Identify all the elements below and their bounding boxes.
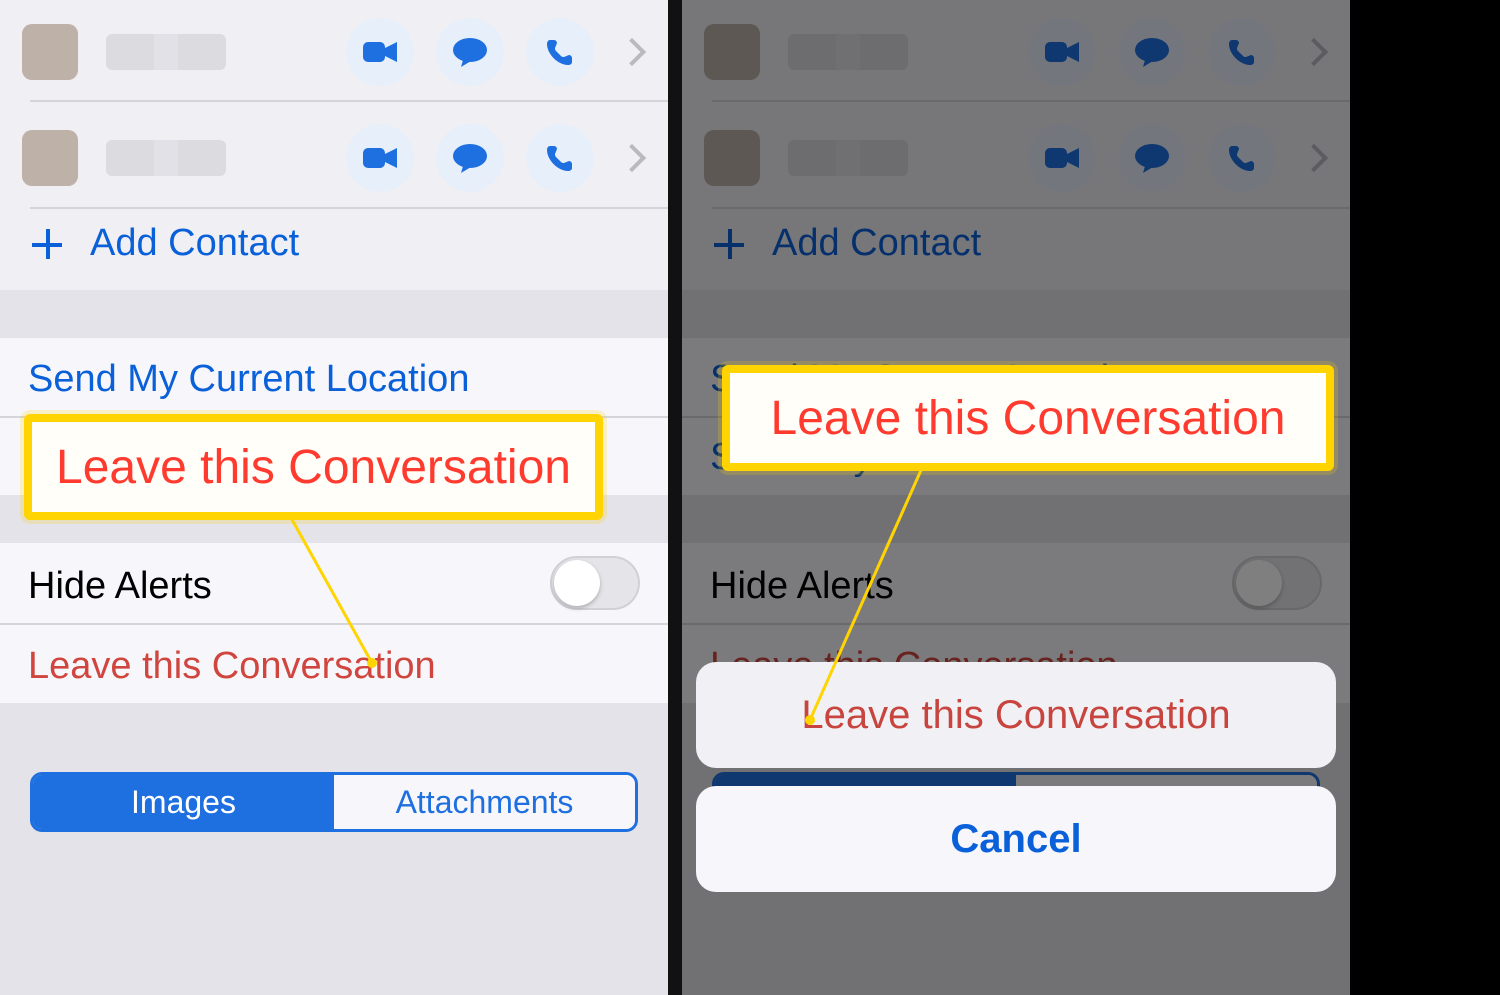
- speech-bubble-icon: [453, 37, 487, 67]
- video-call-button[interactable]: [346, 124, 414, 192]
- section-spacer: [0, 703, 668, 995]
- avatar: [22, 130, 78, 186]
- leave-conversation-button[interactable]: Leave this Conversation: [28, 645, 436, 688]
- call-button[interactable]: [526, 124, 594, 192]
- plus-icon: [30, 227, 64, 261]
- right-pane: Add Contact Send My Current Location Sha…: [682, 0, 1350, 995]
- contact-row[interactable]: [0, 6, 668, 98]
- callout-text: Leave this Conversation: [771, 391, 1286, 446]
- disclosure-chevron[interactable]: [622, 148, 642, 168]
- action-sheet-cancel-label: Cancel: [950, 817, 1081, 862]
- contact-name: [106, 34, 226, 70]
- video-call-button[interactable]: [346, 18, 414, 86]
- chevron-right-icon: [618, 38, 646, 66]
- add-contact-label: Add Contact: [90, 222, 299, 265]
- contact-row[interactable]: [0, 112, 668, 204]
- callout-leave: Leave this Conversation: [722, 365, 1334, 471]
- callout-text: Leave this Conversation: [56, 440, 571, 495]
- add-contact-button[interactable]: Add Contact: [30, 222, 299, 265]
- toggle-knob: [554, 560, 600, 606]
- action-sheet-leave-label: Leave this Conversation: [801, 693, 1230, 738]
- segment-images[interactable]: Images: [33, 775, 334, 829]
- message-button[interactable]: [436, 124, 504, 192]
- hide-alerts-label: Hide Alerts: [28, 565, 212, 608]
- avatar: [22, 24, 78, 80]
- action-sheet-cancel[interactable]: Cancel: [696, 786, 1336, 892]
- send-location-button[interactable]: Send My Current Location: [28, 358, 469, 401]
- chevron-right-icon: [618, 144, 646, 172]
- callout-leave: Leave this Conversation: [24, 414, 603, 520]
- media-segmented-control[interactable]: Images Attachments: [30, 772, 638, 832]
- message-button[interactable]: [436, 18, 504, 86]
- divider: [30, 100, 668, 102]
- call-button[interactable]: [526, 18, 594, 86]
- left-pane: Add Contact Send My Current Location Sha…: [0, 0, 668, 995]
- phone-icon: [546, 144, 574, 172]
- video-icon: [363, 40, 397, 64]
- pane-separator: [668, 0, 682, 995]
- contact-name: [106, 140, 226, 176]
- segment-attachments[interactable]: Attachments: [334, 775, 635, 829]
- phone-icon: [546, 38, 574, 66]
- divider: [0, 623, 668, 625]
- action-sheet-leave[interactable]: Leave this Conversation: [696, 662, 1336, 768]
- divider: [30, 207, 668, 209]
- video-icon: [363, 146, 397, 170]
- hide-alerts-toggle[interactable]: [550, 556, 640, 610]
- disclosure-chevron[interactable]: [622, 42, 642, 62]
- section-spacer: [0, 290, 668, 338]
- speech-bubble-icon: [453, 143, 487, 173]
